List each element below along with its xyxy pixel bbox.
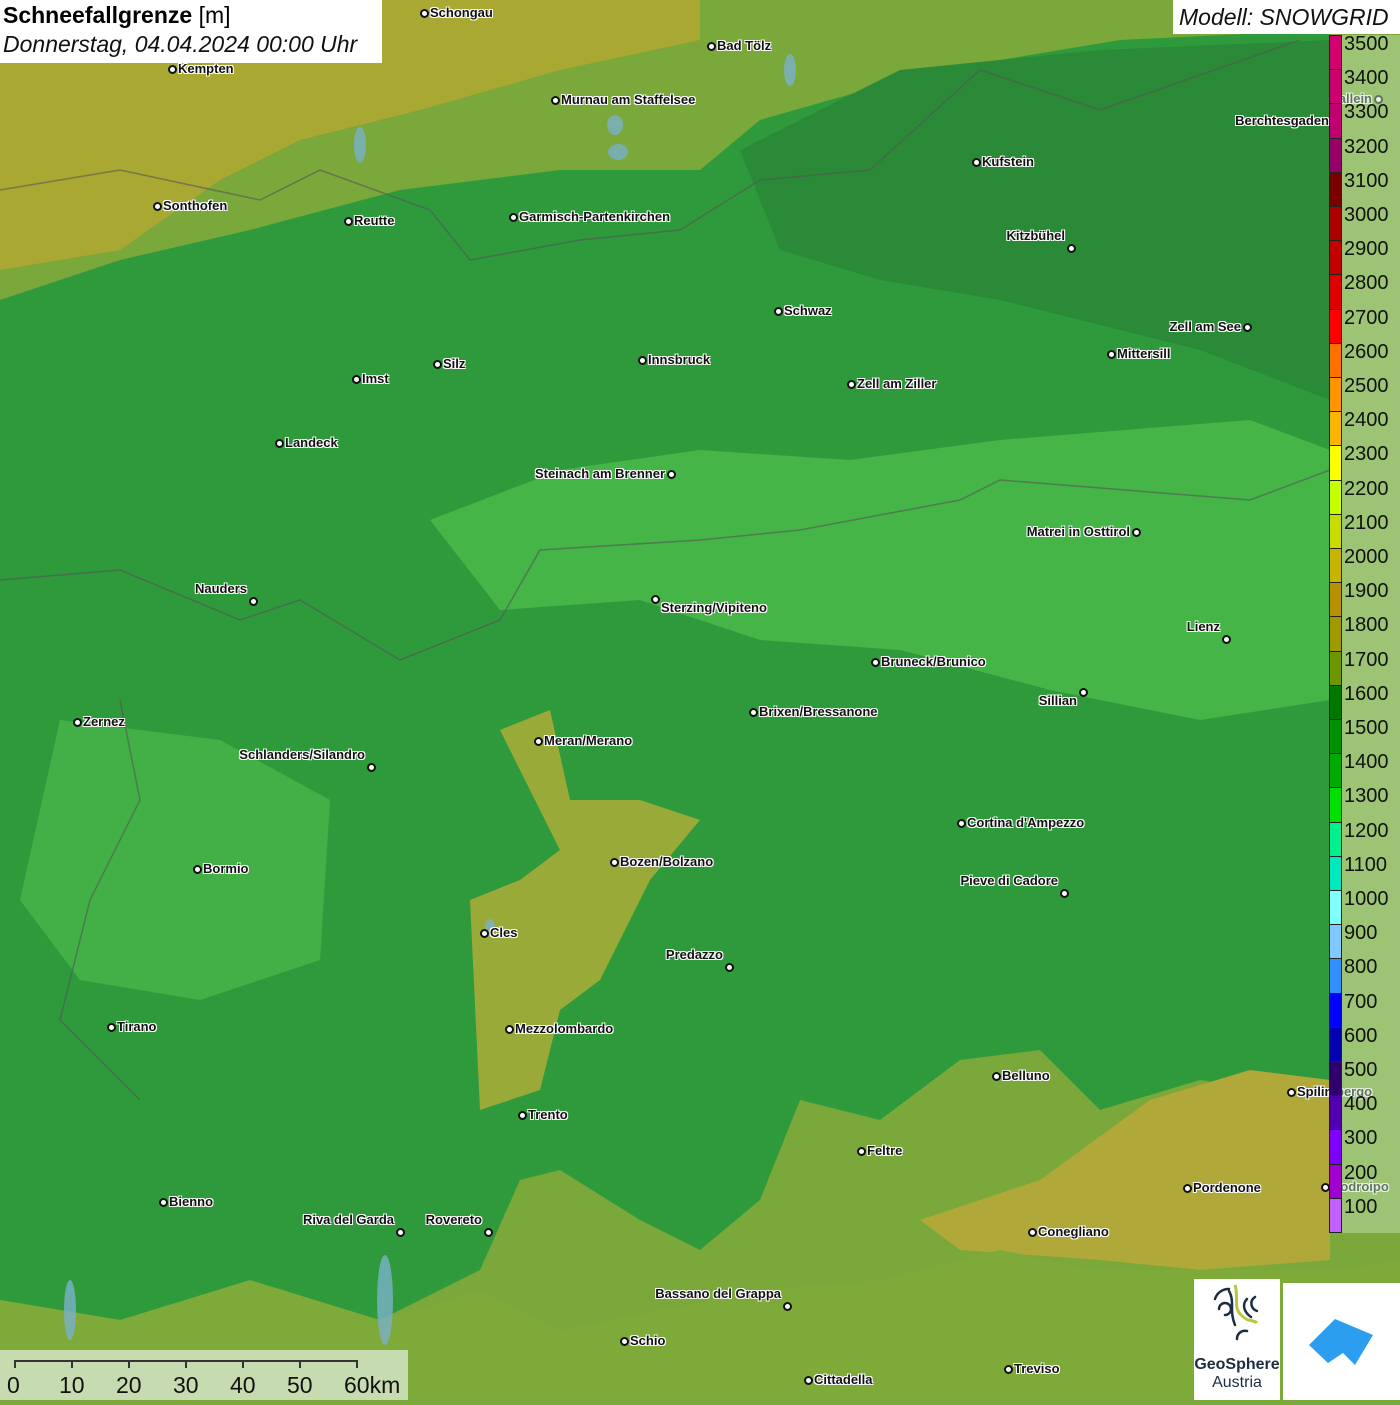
legend-label: 1100 xyxy=(1344,853,1388,876)
legend-swatch xyxy=(1329,513,1342,549)
legend-label: 600 xyxy=(1344,1024,1378,1047)
scale-label: 30 xyxy=(173,1372,199,1398)
legend-label: 2000 xyxy=(1344,546,1389,568)
legend-label: 1400 xyxy=(1344,751,1389,774)
legend-label: 1900 xyxy=(1344,580,1389,603)
legend-label: 1500 xyxy=(1344,717,1389,739)
legend-swatch xyxy=(1329,684,1342,720)
legend-swatch xyxy=(1329,171,1342,207)
legend-swatch xyxy=(1329,103,1342,139)
legend-label: 3300 xyxy=(1344,101,1389,124)
legend-swatch xyxy=(1329,137,1342,173)
legend-swatch xyxy=(1329,479,1342,515)
legend-label: 2800 xyxy=(1344,272,1389,295)
map-title: Schneefallgrenze [m] xyxy=(3,2,231,28)
geosphere-contour-icon xyxy=(1213,1284,1259,1341)
legend-swatch xyxy=(1329,753,1342,789)
legend-swatch xyxy=(1329,1197,1342,1233)
legend-swatch xyxy=(1329,274,1342,310)
legend-swatch xyxy=(1329,1163,1342,1199)
app-logo xyxy=(1283,1283,1400,1400)
scale-label: 10 xyxy=(59,1372,85,1398)
title-box: Schneefallgrenze [m] Donnerstag, 04.04.2… xyxy=(0,0,382,63)
map-datetime: Donnerstag, 04.04.2024 00:00 Uhr xyxy=(3,31,358,57)
legend-label: 800 xyxy=(1344,956,1378,979)
scale-label: 40 xyxy=(230,1372,256,1398)
legend-label: 100 xyxy=(1344,1195,1378,1218)
geosphere-country: Austria xyxy=(1212,1374,1262,1391)
legend-label: 2500 xyxy=(1344,375,1389,397)
scale-label: 0 xyxy=(7,1372,20,1398)
legend-label: 3100 xyxy=(1344,169,1389,192)
legend-swatch xyxy=(1329,308,1342,344)
legend-swatch xyxy=(1329,1061,1342,1097)
legend-label: 700 xyxy=(1344,990,1378,1013)
legend-swatch xyxy=(1329,35,1342,71)
legend-swatch xyxy=(1329,787,1342,823)
geosphere-name: GeoSphere xyxy=(1194,1356,1280,1373)
scale-label: 50 xyxy=(287,1372,313,1398)
legend-swatch xyxy=(1329,924,1342,960)
legend-swatch xyxy=(1329,992,1342,1028)
legend-swatch xyxy=(1329,342,1342,378)
scale-tick xyxy=(14,1360,16,1368)
legend-swatch xyxy=(1329,445,1342,481)
legend-swatch xyxy=(1329,719,1342,755)
legend-label: 3200 xyxy=(1344,135,1389,158)
legend-swatch xyxy=(1329,616,1342,652)
mountain-snow-icon xyxy=(1309,1319,1373,1365)
legend-label: 2200 xyxy=(1344,477,1389,500)
scale-tick xyxy=(185,1360,187,1368)
legend-label: 2300 xyxy=(1344,443,1389,466)
scale-label: 20 xyxy=(116,1372,142,1398)
legend-swatch xyxy=(1329,958,1342,994)
legend-label: 3500 xyxy=(1344,33,1389,55)
legend-swatch xyxy=(1329,821,1342,857)
scale-label: 60km xyxy=(344,1372,401,1398)
legend-label: 3400 xyxy=(1344,67,1389,90)
geosphere-logo: GeoSphere Austria xyxy=(1194,1279,1280,1400)
legend-label: 2900 xyxy=(1344,238,1389,261)
legend-swatch xyxy=(1329,548,1342,584)
legend-swatch xyxy=(1329,377,1342,413)
legend-label: 2400 xyxy=(1344,409,1389,432)
legend-label: 3000 xyxy=(1344,204,1389,226)
color-legend: 3500 3400 3300 3200 3100 3000 2900 2800 2700 2600… xyxy=(1329,33,1400,1233)
legend-label: 1200 xyxy=(1344,819,1389,842)
legend-label: 1600 xyxy=(1344,682,1389,705)
scale-bar: 0 10 20 30 40 50 60km xyxy=(0,1350,408,1400)
legend-swatch xyxy=(1329,240,1342,276)
scale-tick xyxy=(299,1360,301,1368)
scale-tick xyxy=(71,1360,73,1368)
legend-swatch xyxy=(1329,69,1342,105)
legend-swatch xyxy=(1329,582,1342,618)
scale-tick xyxy=(242,1360,244,1368)
legend-label: 400 xyxy=(1344,1093,1378,1116)
legend-label: 2100 xyxy=(1344,511,1389,534)
legend-swatch xyxy=(1329,206,1342,242)
model-label: Modell: SNOWGRID xyxy=(1173,0,1400,34)
legend-label: 900 xyxy=(1344,922,1378,945)
legend-swatch xyxy=(1329,1129,1342,1165)
legend-swatch xyxy=(1329,890,1342,926)
legend-label: 1300 xyxy=(1344,785,1389,808)
scale-tick xyxy=(356,1360,358,1368)
legend-swatch xyxy=(1329,1026,1342,1062)
legend-label: 1800 xyxy=(1344,614,1389,637)
legend-swatch xyxy=(1329,650,1342,686)
legend-swatch xyxy=(1329,411,1342,447)
legend-swatch xyxy=(1329,1095,1342,1131)
scale-tick xyxy=(128,1360,130,1368)
legend-swatch xyxy=(1329,855,1342,891)
legend-label: 300 xyxy=(1344,1127,1378,1150)
legend-label: 1000 xyxy=(1344,888,1389,910)
legend-label: 500 xyxy=(1344,1059,1378,1081)
legend-label: 200 xyxy=(1344,1161,1378,1184)
legend-label: 2700 xyxy=(1344,306,1389,329)
legend-label: 1700 xyxy=(1344,648,1389,671)
legend-label: 2600 xyxy=(1344,340,1389,363)
